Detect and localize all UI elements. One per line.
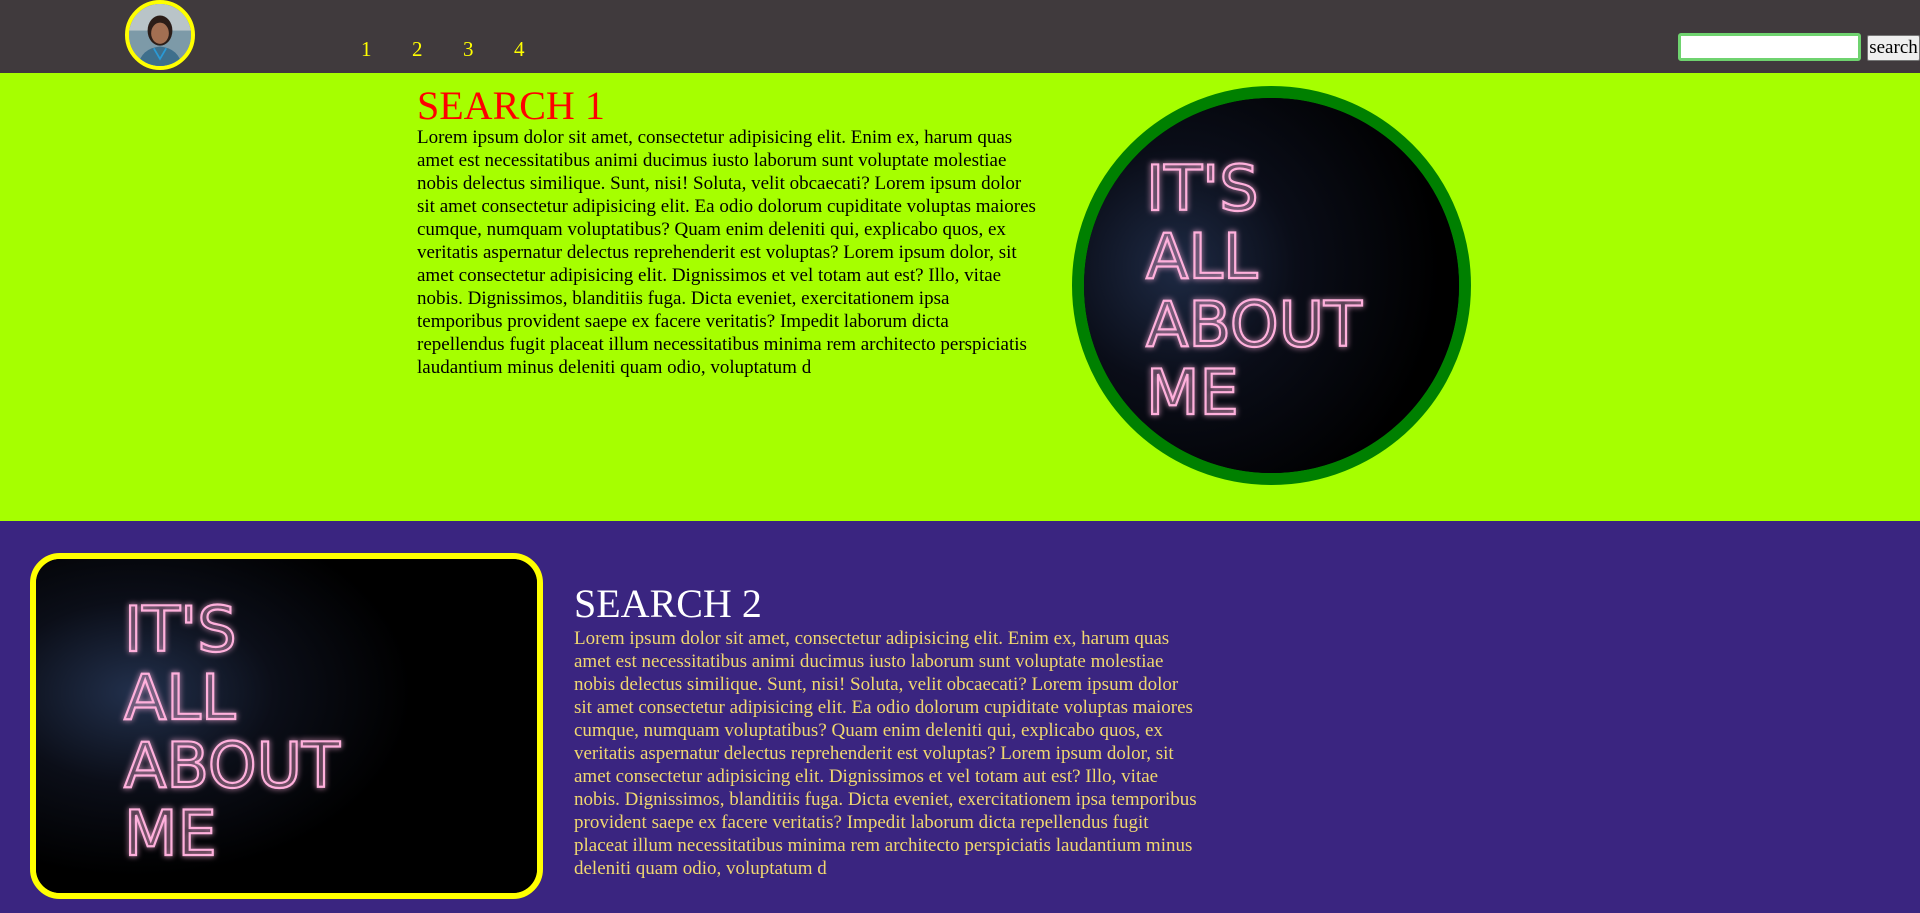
search-input[interactable] bbox=[1678, 33, 1861, 61]
neon-sign-image: IT'S ALL ABOUT ME bbox=[36, 559, 537, 893]
section-1-text: Lorem ipsum dolor sit amet, consectetur … bbox=[417, 127, 1036, 378]
neon-line-3: ABOUT bbox=[1146, 288, 1363, 361]
neon-line-3: ABOUT bbox=[124, 729, 341, 802]
neon-sign-image: IT'S ALL ABOUT ME bbox=[1084, 98, 1459, 473]
neon-line-2: ALL bbox=[124, 661, 236, 734]
section-1: SEARCH 1 Lorem ipsum dolor sit amet, con… bbox=[0, 73, 1920, 521]
profile-avatar[interactable] bbox=[125, 0, 195, 70]
section-2-text: Lorem ipsum dolor sit amet, consectetur … bbox=[574, 628, 1197, 879]
nav-link-1[interactable]: 1 bbox=[361, 36, 372, 62]
section-2: IT'S ALL ABOUT ME SEARCH 2 Lorem ipsum d… bbox=[0, 521, 1920, 913]
nav-link-2[interactable]: 2 bbox=[412, 36, 423, 62]
search-button[interactable]: search bbox=[1867, 35, 1920, 61]
section-1-title: SEARCH 1 bbox=[417, 83, 605, 128]
neon-line-1: IT'S bbox=[1146, 152, 1259, 225]
nav-link-4[interactable]: 4 bbox=[514, 36, 525, 62]
section-2-title: SEARCH 2 bbox=[574, 581, 762, 626]
neon-line-2: ALL bbox=[1146, 220, 1258, 293]
nav-link-3[interactable]: 3 bbox=[463, 36, 474, 62]
neon-line-1: IT'S bbox=[124, 593, 237, 666]
avatar-photo bbox=[129, 4, 191, 66]
top-navbar: 1 2 3 4 search bbox=[0, 0, 1920, 73]
neon-line-4: ME bbox=[1146, 356, 1239, 429]
section-2-image: IT'S ALL ABOUT ME bbox=[30, 553, 543, 899]
neon-line-4: ME bbox=[124, 797, 217, 870]
section-1-image: IT'S ALL ABOUT ME bbox=[1072, 86, 1471, 485]
